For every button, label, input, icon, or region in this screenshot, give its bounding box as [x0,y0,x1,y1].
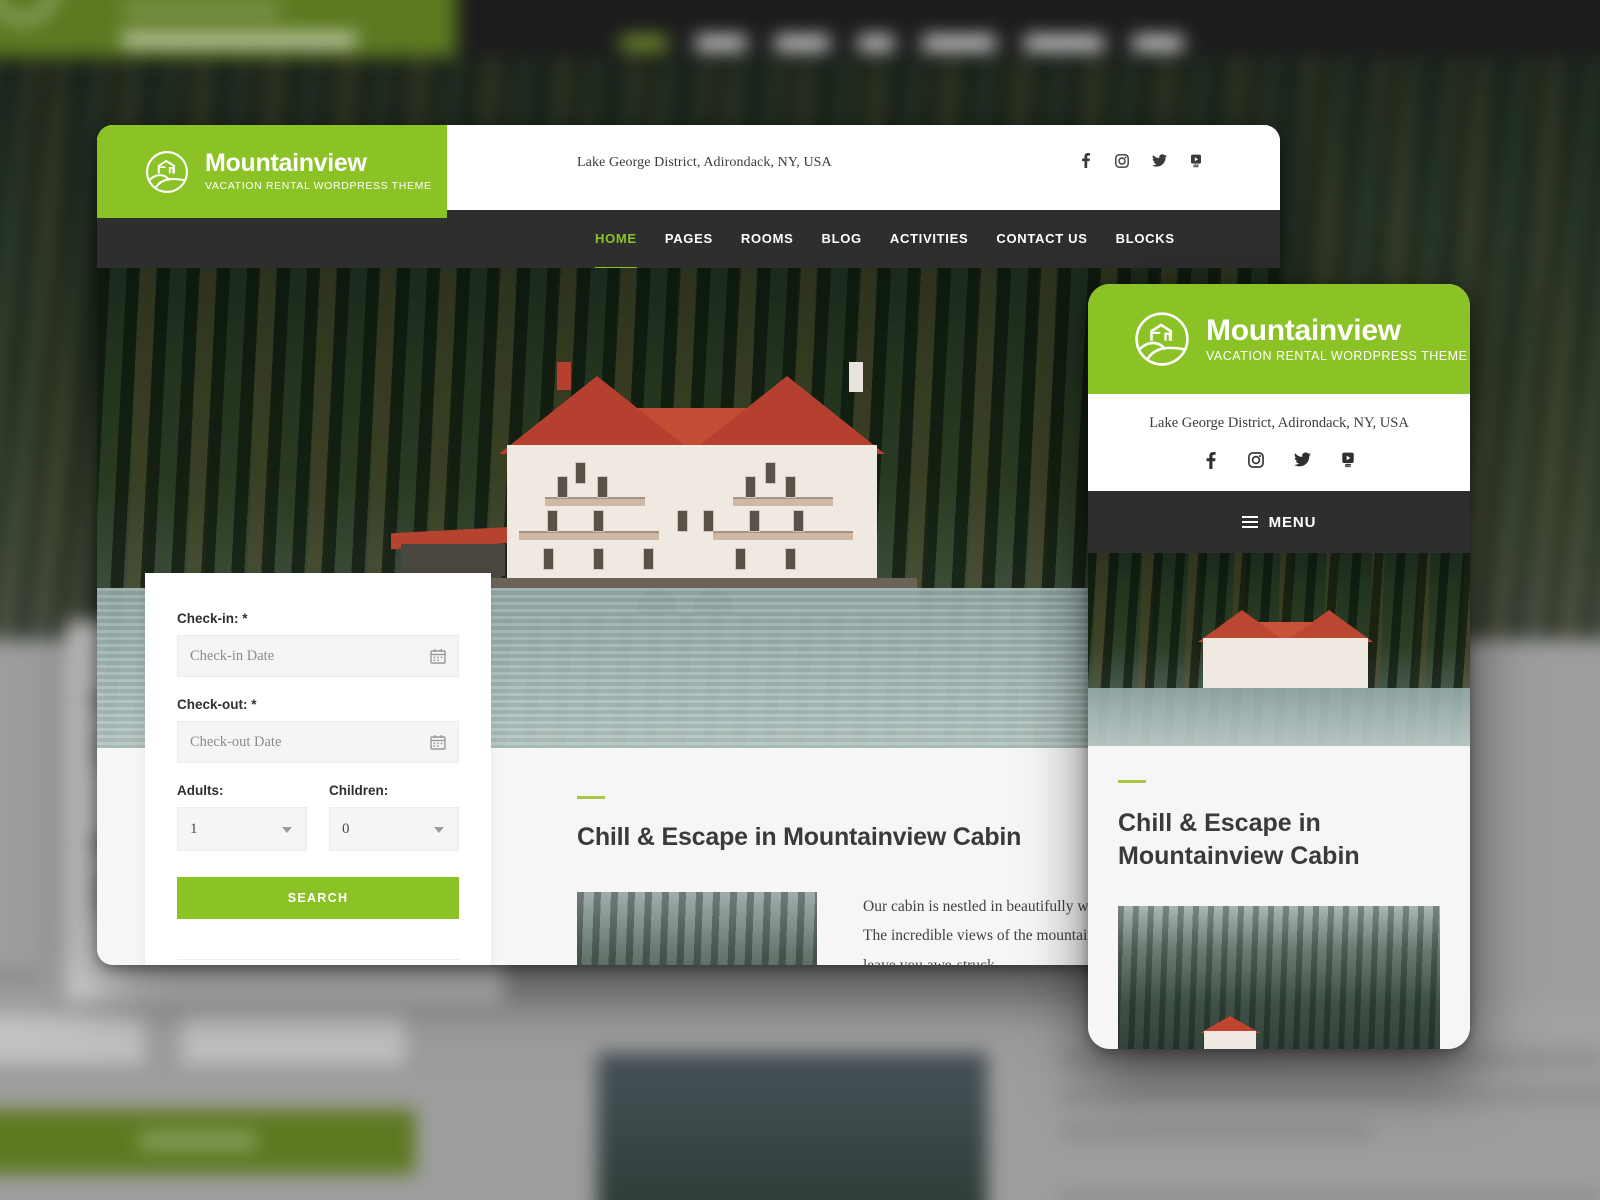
children-select[interactable]: 0 [329,807,459,851]
mobile-section-rule [1118,780,1146,783]
mobile-preview-window[interactable]: Mountainview VACATION RENTAL WORDPRESS T… [1088,284,1470,1049]
section-rule [577,796,605,799]
chevron-down-icon[interactable] [282,827,292,833]
svg-text:Tube: Tube [1193,164,1199,167]
screenshot-stage: Lake George District, Adirondack, NY, US… [0,0,1600,1200]
nav-item-blog[interactable]: BLOG [808,210,876,268]
bg-brand-title [124,3,280,17]
required-marker: * [242,611,248,626]
bg-brand-tagline [121,34,356,46]
instagram-icon[interactable] [1248,452,1264,474]
mobile-info-bar: Lake George District, Adirondack, NY, US… [1088,394,1470,491]
mobile-social-links[interactable]: Tube [1088,452,1470,474]
checkin-placeholder: Check-in Date [190,647,275,664]
facebook-icon[interactable] [1079,153,1092,168]
adults-select[interactable]: 1 [177,807,307,851]
youtube-icon[interactable]: Tube [1190,154,1202,168]
checkout-date-field[interactable]: Check-out Date [177,721,459,763]
twitter-icon[interactable] [1152,154,1167,167]
bg-nav [621,36,1183,50]
instagram-icon[interactable] [1115,153,1129,168]
adults-label: Adults: [177,783,224,798]
children-value: 0 [342,820,350,837]
hamburger-menu-icon[interactable] [1241,513,1258,531]
desktop-navbar: HOME PAGES ROOMS BLOG ACTIVITIES CONTACT… [97,210,1280,271]
mobile-site-address: Lake George District, Adirondack, NY, US… [1149,415,1409,431]
mobile-article-photo [1118,906,1440,1049]
mobile-article-title: Chill & Escape in Mountainview Cabin [1118,809,1360,870]
mobile-hero-lodge [1198,606,1373,688]
mobile-brand-text: Mountainview VACATION RENTAL WORDPRESS T… [1206,313,1468,363]
nav-item-blocks[interactable]: BLOCKS [1102,210,1189,268]
mountain-cabin-circle-logo-icon [146,150,188,193]
hero-lodge-building [457,362,917,614]
mobile-hero-image [1088,553,1470,746]
youtube-icon[interactable]: Tube [1341,452,1355,474]
mobile-brand-tagline: VACATION RENTAL WORDPRESS THEME [1206,348,1468,363]
nav-item-contact-us[interactable]: CONTACT US [982,210,1101,268]
mobile-menu-label: MENU [1268,513,1317,531]
brand-name: Mountainview [205,149,367,177]
nav-item-activities[interactable]: ACTIVITIES [876,210,983,268]
bg-photo [597,1052,988,1200]
chevron-down-icon[interactable] [434,827,444,833]
children-group: Children: 0 [329,783,459,851]
brand-tagline: VACATION RENTAL WORDPRESS THEME [205,180,432,192]
adults-value: 1 [190,820,198,837]
calendar-icon[interactable] [430,734,446,755]
calendar-icon[interactable] [430,648,446,669]
nav-item-rooms[interactable]: ROOMS [727,210,808,268]
svg-text:Tube: Tube [1345,463,1352,467]
bg-brand-panel [0,0,457,58]
checkout-placeholder: Check-out Date [190,733,282,750]
main-navigation[interactable]: HOME PAGES ROOMS BLOG ACTIVITIES CONTACT… [581,210,1189,271]
children-label: Children: [329,783,389,798]
checkout-label: Check-out: * [177,697,257,712]
twitter-icon[interactable] [1294,452,1311,474]
nav-item-pages[interactable]: PAGES [651,210,727,268]
checkin-label: Check-in: * [177,611,248,626]
social-links[interactable]: Tube [1079,153,1202,168]
nav-item-home[interactable]: HOME [581,210,651,271]
required-marker: * [251,697,257,712]
mobile-brand-name: Mountainview [1206,313,1401,347]
mobile-menu-toggle[interactable]: MENU [1088,491,1470,553]
guests-row: Adults: 1 Children: 0 [177,783,459,851]
bg-logo-icon [0,0,56,22]
site-address: Lake George District, Adirondack, NY, US… [577,155,832,170]
adults-group: Adults: 1 [177,783,307,851]
checkin-date-field[interactable]: Check-in Date [177,635,459,677]
search-button[interactable]: SEARCH [177,877,459,919]
brand-text: Mountainview VACATION RENTAL WORDPRESS T… [205,149,432,193]
facebook-icon[interactable] [1203,452,1218,474]
hero-shed [391,526,513,576]
mobile-brand-panel[interactable]: Mountainview VACATION RENTAL WORDPRESS T… [1088,284,1470,394]
mountain-cabin-circle-logo-icon [1135,312,1189,366]
mobile-content-section: Chill & Escape in Mountainview Cabin [1088,746,1470,1049]
article-photo [577,892,817,965]
brand-panel[interactable]: Mountainview VACATION RENTAL WORDPRESS T… [97,125,447,218]
divider [177,959,459,960]
booking-search-widget[interactable]: Check-in: * Check-in Date Check-out: * C… [145,573,491,965]
